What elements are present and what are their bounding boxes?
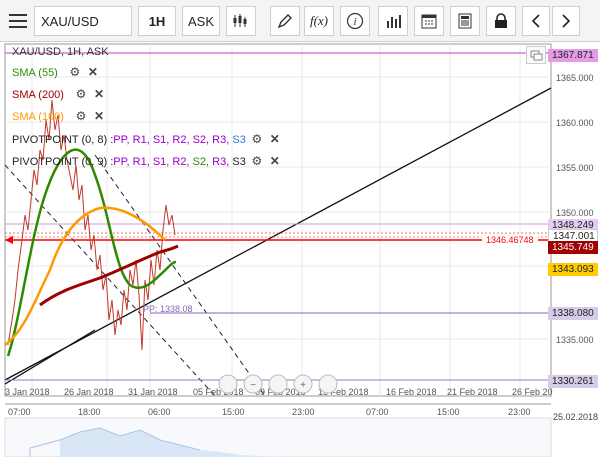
pivot-level-label: PP, — [113, 134, 133, 146]
price-level-label: 1338.080 — [548, 307, 598, 320]
chevron-left-icon — [531, 14, 540, 28]
price-chart[interactable]: PP: 1338.08 1346.46748 1365.000 1360.000 1… — [0, 42, 600, 457]
gear-icon[interactable]: ⚙ — [68, 64, 82, 80]
pencil-icon — [277, 14, 292, 29]
pivot-level-label: PP, — [113, 156, 133, 168]
lock-icon — [495, 13, 507, 28]
svg-text:i: i — [353, 16, 356, 28]
time-label: 07:00 — [366, 407, 389, 417]
svg-text:+: + — [300, 380, 306, 391]
date-label: 16 Feb 2018 — [386, 387, 437, 397]
timeframe-selector[interactable]: 1H — [138, 6, 176, 36]
date-label: 31 Jan 2018 — [128, 387, 178, 397]
indicator-legend-row: SMA (100) ⚙ ✕ — [12, 108, 106, 124]
pivot-label[interactable]: PIVOTPOINT (0, 9) : — [12, 154, 113, 170]
indicator-label[interactable]: SMA (100) — [12, 109, 64, 125]
date-label: 21 Feb 2018 — [447, 387, 498, 397]
symbol-selector[interactable]: XAU/USD — [34, 6, 132, 36]
price-axis: 1365.0001360.0001355.0001350.0001340.000… — [556, 73, 594, 345]
time-label: 18:00 — [78, 407, 101, 417]
scroll-right-button[interactable] — [552, 6, 580, 36]
date-label: 3 Jan 2018 — [5, 387, 50, 397]
zoom-right-icon[interactable] — [318, 374, 338, 394]
time-label: 07:00 — [8, 407, 31, 417]
time-label: 23:00 — [292, 407, 315, 417]
zoom-reset-icon[interactable] — [268, 374, 288, 394]
gear-icon[interactable]: ⚙ — [74, 86, 88, 102]
template-button[interactable] — [450, 6, 480, 36]
document-icon — [458, 13, 472, 29]
price-tick-label: 1360.000 — [556, 118, 594, 128]
price-level-label: 1345.749 — [548, 241, 598, 254]
indicator-legend-row: SMA (55) ⚙ ✕ — [12, 64, 100, 80]
gear-icon[interactable]: ⚙ — [250, 153, 264, 169]
candlestick-icon — [233, 14, 247, 27]
pivot-level-label: R2, — [172, 134, 193, 146]
calendar-icon — [421, 14, 437, 29]
date-label: 26 Jan 2018 — [64, 387, 114, 397]
pivot-level-label: S2, — [192, 134, 213, 146]
pivot-level-label: R2, — [172, 156, 193, 168]
time-label: 23:00 — [508, 407, 531, 417]
navigator-date: 25.02.2018 — [553, 412, 599, 422]
scroll-left-button[interactable] — [522, 6, 550, 36]
drawing-button[interactable] — [270, 6, 300, 36]
pivot-level-label: S1, — [152, 134, 173, 146]
pivot-level-label: R3, — [212, 156, 233, 168]
time-label: 15:00 — [222, 407, 245, 417]
pivot-label[interactable]: PIVOTPOINT (0, 8) : — [12, 132, 113, 148]
chevron-right-icon — [562, 14, 571, 28]
pivot-level-label: R3, — [212, 134, 233, 146]
pivot-level-label: S2, — [192, 156, 213, 168]
price-tick-label: 1365.000 — [556, 73, 594, 83]
price-tick-label: 1350.000 — [556, 208, 594, 218]
gear-icon[interactable]: ⚙ — [250, 131, 264, 147]
info-button[interactable]: i — [340, 6, 370, 36]
close-icon[interactable]: ✕ — [86, 64, 100, 80]
gear-icon[interactable]: ⚙ — [74, 108, 88, 124]
pivot-legend-row: PIVOTPOINT (0, 9) : PP, R1, S1, R2, S2, … — [12, 153, 282, 169]
price-tick-label: 1335.000 — [556, 335, 594, 345]
pp-annotation: PP: 1338.08 — [143, 304, 193, 314]
date-label: 26 Feb 20 — [512, 387, 553, 397]
indicator-label[interactable]: SMA (55) — [12, 65, 58, 81]
close-icon[interactable]: ✕ — [268, 131, 282, 147]
info-icon: i — [346, 12, 364, 30]
maximize-icon[interactable] — [526, 46, 546, 64]
lock-button[interactable] — [486, 6, 516, 36]
price-tick-label: 1355.000 — [556, 163, 594, 173]
close-icon[interactable]: ✕ — [92, 86, 106, 102]
pivot-level-label: R1, — [132, 134, 153, 146]
time-axis: 07:00 18:00 06:00 15:00 23:00 07:00 15:00 23:00 — [8, 407, 531, 417]
zoom-left-icon[interactable] — [218, 374, 238, 394]
hline-annotation: 1346.46748 — [486, 235, 534, 245]
price-type-selector[interactable]: ASK — [182, 6, 220, 36]
time-label: 15:00 — [437, 407, 460, 417]
indicators-button[interactable]: f(x) — [304, 6, 334, 36]
toolbar: XAU/USD 1H ASK f(x) i — [0, 0, 600, 42]
price-level-label: 1330.261 — [548, 375, 598, 388]
bar-chart-icon — [387, 15, 401, 28]
pivot-legend-row: PIVOTPOINT (0, 8) : PP, R1, S1, R2, S2, … — [12, 131, 282, 147]
time-label: 06:00 — [148, 407, 171, 417]
indicator-label[interactable]: SMA (200) — [12, 87, 64, 103]
close-icon[interactable]: ✕ — [268, 153, 282, 169]
pivot-level-label: S3 — [232, 134, 246, 146]
volume-button[interactable] — [378, 6, 408, 36]
chart-title: XAU/USD, 1H, ASK — [12, 46, 109, 58]
close-icon[interactable]: ✕ — [92, 108, 106, 124]
menu-icon[interactable] — [6, 6, 30, 36]
chart-type-button[interactable] — [226, 6, 256, 36]
pivot-level-label: S1, — [152, 156, 173, 168]
svg-text:−: − — [250, 380, 256, 391]
price-level-label: 1367.871 — [548, 49, 598, 62]
pivot-level-label: S3 — [232, 156, 246, 168]
indicator-legend-row: SMA (200) ⚙ ✕ — [12, 86, 106, 102]
price-level-label: 1343.093 — [548, 263, 598, 276]
calendar-button[interactable] — [414, 6, 444, 36]
pivot-level-label: R1, — [132, 156, 153, 168]
